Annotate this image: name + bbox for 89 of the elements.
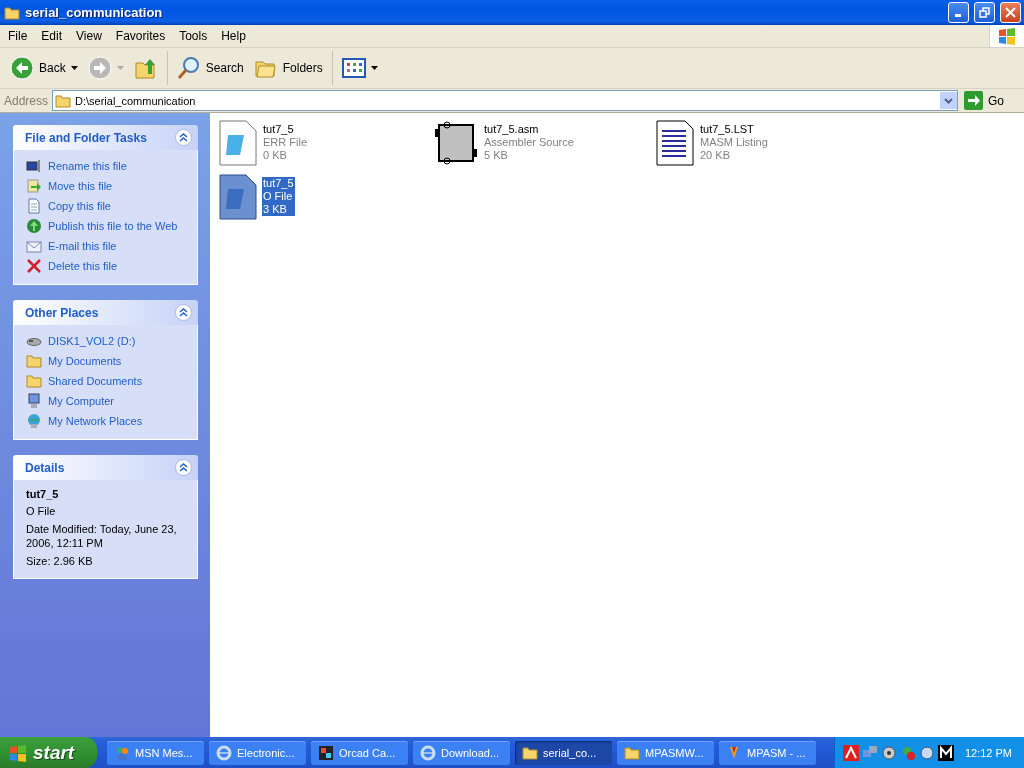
- task-link[interactable]: Delete this file: [26, 258, 187, 274]
- panel-title: Details: [25, 460, 66, 475]
- collapse-button[interactable]: [175, 459, 192, 476]
- collapse-button[interactable]: [175, 304, 192, 321]
- detail-text: Date Modified: Today, June 23, 2006, 12:11 PM: [26, 522, 178, 550]
- taskbar-button[interactable]: MPASMW...: [617, 740, 714, 765]
- file-label[interactable]: tut7_5.asm Assembler Source 5 KB: [483, 123, 575, 162]
- minimize-button[interactable]: [948, 2, 969, 23]
- folder-icon: [624, 744, 640, 761]
- window-title: serial_communication: [25, 5, 164, 20]
- dropdown-button[interactable]: [940, 92, 957, 109]
- address-field[interactable]: D:\serial_communication: [52, 90, 958, 111]
- close-icon: [1005, 7, 1016, 18]
- task-link[interactable]: Move this file: [26, 178, 187, 194]
- folder-icon: [55, 92, 72, 109]
- disc-icon: [918, 744, 935, 761]
- go-button[interactable]: Go: [962, 91, 1024, 110]
- detail-text: Size: 2.96 KB: [26, 554, 94, 568]
- msn-icon: [114, 744, 130, 761]
- taskbar-button[interactable]: Electronic...: [209, 740, 306, 765]
- folder-icon: [4, 4, 20, 21]
- file-label[interactable]: tut7_5 O File 3 KB: [262, 177, 295, 216]
- flag-logo-icon: [8, 743, 28, 762]
- start-button[interactable]: start: [0, 737, 97, 768]
- taskbar-button[interactable]: MPASM - ...: [719, 740, 816, 765]
- collapse-button[interactable]: [175, 129, 192, 146]
- taskbar-button[interactable]: Download...: [413, 740, 510, 765]
- delete-icon: [26, 258, 42, 274]
- rename-icon: [26, 158, 42, 174]
- task-link[interactable]: Publish this file to the Web: [26, 218, 187, 234]
- chevron-down-icon: [944, 97, 953, 104]
- menu-item[interactable]: File: [0, 29, 34, 43]
- file-icon: [218, 173, 258, 221]
- double-chevron-icon: [179, 133, 188, 142]
- antivirus-icon: [842, 744, 859, 761]
- taskbar-button[interactable]: MSN Mes...: [107, 740, 204, 765]
- documents-folder-icon: [26, 353, 42, 369]
- task-link[interactable]: Rename this file: [26, 158, 187, 174]
- move-icon: [26, 178, 42, 194]
- search-button[interactable]: Search: [172, 54, 248, 82]
- copy-icon: [26, 198, 42, 214]
- place-link[interactable]: Shared Documents: [26, 373, 187, 389]
- menu-item[interactable]: Help: [213, 29, 252, 43]
- views-icon: [341, 57, 366, 79]
- place-link[interactable]: My Computer: [26, 393, 187, 409]
- caret-icon: [370, 66, 378, 70]
- taskbar-button[interactable]: serial_co...: [515, 740, 612, 765]
- restore-icon: [979, 7, 990, 18]
- caret-icon: [70, 66, 78, 70]
- place-link[interactable]: DISK1_VOL2 (D:): [26, 333, 187, 349]
- network-icon: [26, 413, 42, 429]
- folder-icon: [522, 744, 538, 761]
- file-icon: [218, 119, 258, 167]
- clock: 12:12 PM: [964, 746, 1012, 759]
- menu-item[interactable]: Edit: [33, 29, 69, 43]
- detail-type: O File: [26, 504, 57, 518]
- panel-title: Other Places: [25, 305, 100, 320]
- flag-logo-icon: [997, 27, 1017, 45]
- menu-item[interactable]: View: [68, 29, 108, 43]
- task-link[interactable]: E-mail this file: [26, 238, 187, 254]
- restore-button[interactable]: [974, 2, 995, 23]
- place-link[interactable]: My Documents: [26, 353, 187, 369]
- folders-button[interactable]: Folders: [249, 54, 327, 82]
- back-button[interactable]: Back: [6, 54, 82, 82]
- document-icon: [433, 119, 479, 167]
- menu-item[interactable]: Favorites: [107, 29, 172, 43]
- caret-icon: [116, 66, 124, 70]
- address-label: Address: [4, 93, 49, 108]
- file-label[interactable]: tut7_5.LST MASM Listing 20 KB: [699, 123, 769, 162]
- panel-title: File and Folder Tasks: [25, 130, 148, 145]
- close-button[interactable]: [1000, 2, 1021, 23]
- place-link[interactable]: My Network Places: [26, 413, 187, 429]
- taskbar-button[interactable]: Orcad Ca...: [311, 740, 408, 765]
- app-icon: [937, 744, 954, 761]
- double-chevron-icon: [179, 463, 188, 472]
- file-label[interactable]: tut7_5 ERR File 0 KB: [262, 123, 308, 162]
- browser-icon: [420, 744, 436, 761]
- menu-item[interactable]: Tools: [171, 29, 214, 43]
- task-link[interactable]: Copy this file: [26, 198, 187, 214]
- detail-name: tut7_5: [26, 488, 60, 500]
- globe-icon: [26, 218, 42, 234]
- browser-icon: [216, 744, 232, 761]
- app-icon: [318, 744, 334, 761]
- envelope-icon: [26, 238, 42, 254]
- search-icon: [176, 56, 201, 80]
- computer-icon: [26, 393, 42, 409]
- double-chevron-icon: [179, 308, 188, 317]
- folder-icon: [26, 373, 42, 389]
- text-file-icon: [655, 119, 695, 167]
